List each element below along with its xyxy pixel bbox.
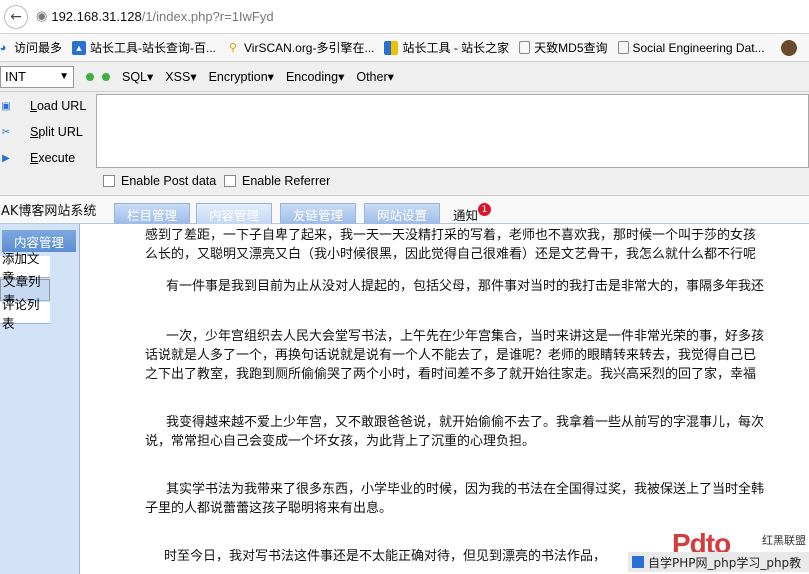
chevron-down-icon: ▼	[59, 71, 69, 82]
green-dot-icon[interactable]	[86, 72, 94, 81]
bookmark-label: 访问最多	[14, 41, 63, 55]
menu-sql[interactable]: SQL▾	[122, 69, 153, 84]
checkbox-box[interactable]	[224, 175, 236, 187]
tab-label: 网站设置	[376, 207, 427, 223]
key-icon: ⚲	[228, 42, 238, 54]
label-rest: xecute	[38, 151, 76, 165]
article-line: 说，常常担心自己会变成一个坏女孩，为此背上了沉重的心理负担。	[145, 434, 536, 449]
url-host: 192.168.31.128	[51, 9, 142, 24]
bookmark-label: 天致MD5查询	[534, 41, 608, 55]
sidebar-item-comment-list[interactable]: 评论列表	[0, 297, 50, 331]
green-plus-icon[interactable]	[102, 72, 110, 81]
bookmark-md5[interactable]: 天致MD5查询	[519, 39, 608, 56]
execute-button[interactable]: ▶ Execute	[0, 147, 75, 169]
article-line: 我变得越来越不爱上少年宫，又不敢跟爸爸说，就开始偷偷不去了。我拿着一些从前写的字…	[166, 415, 765, 430]
notice-link[interactable]: 通知	[453, 205, 478, 224]
doc-icon	[617, 41, 629, 54]
url-path: /1/index.php?r=1IwFyd	[141, 9, 274, 24]
article-line: 有一件事是我到目前为止从没对人提起的，包括父母，那件事对当时的我打击是非常大的，…	[166, 279, 765, 294]
menu-label: XSS	[165, 70, 191, 84]
article-line: 子里的人都说蕾蕾这孩子聪明将来有出息。	[145, 501, 393, 516]
article-line: 其实学书法为我带来了很多东西，小学毕业的时候，因为我的书法在全国得过奖，我被保送…	[166, 482, 765, 497]
article-line: 之下出了教室，我跑到厕所偷偷哭了两个小时，看时间差不多了就开始往家走。我兴高采烈…	[145, 367, 757, 382]
bookmark-label: VirSCAN.org-多引擎在...	[244, 41, 375, 55]
tab-label: 友链管理	[292, 207, 343, 223]
avatar-icon[interactable]	[780, 39, 797, 56]
execute-label: Execute	[30, 151, 75, 165]
execute-icon: ▶	[2, 152, 10, 164]
article-line: 感到了差距，一下子自卑了起来，我一天一天没精打采的写着，老师也不喜欢我，那时候一…	[145, 228, 757, 243]
load-url-button[interactable]: ▣ Load URL	[0, 95, 86, 117]
menu-encoding[interactable]: Encoding▾	[286, 69, 344, 84]
watermark: Pdto 红黑联盟 自学PHP网_php学习_php教	[628, 528, 809, 574]
bookmark-chinaz-query[interactable]: ▲ 站长工具-站长查询-百...	[72, 39, 216, 56]
globe-icon: ◉	[36, 9, 48, 24]
tab-site-settings[interactable]: 网站设置	[364, 203, 440, 224]
tab-column-management[interactable]: 栏目管理	[114, 203, 190, 224]
bookmark-chinaz-home[interactable]: 站长工具 - 站长之家	[384, 39, 509, 56]
label-rest: oad URL	[36, 99, 87, 113]
split-url-label: Split URL	[30, 125, 83, 139]
split-url-icon: ✂	[1, 126, 11, 138]
article-line: 话说就是人多了一个，再换句话说就是说有一个人不能去了，是谁呢？老师的眼睛转来转去…	[145, 348, 757, 363]
site-header: AK博客网站系统 栏目管理 内容管理 友链管理 网站设置 通知	[0, 196, 809, 224]
tab-label: 栏目管理	[126, 207, 177, 223]
enable-referrer-checkbox[interactable]: Enable Referrer	[224, 174, 330, 188]
bar-icon	[384, 40, 399, 55]
bookmark-label: 站长工具 - 站长之家	[402, 41, 510, 55]
article-line: 一次，少年宫组织去人民大会堂写书法，上午先在少年宫集合，当时来讲这是一件非常光荣…	[166, 329, 765, 344]
menu-encryption[interactable]: Encryption▾	[209, 69, 274, 84]
hackbar-toolbar: INT ▼ SQL▾ XSS▾ Encryption▾ Encoding▾ Ot…	[0, 62, 809, 92]
load-url-label: Load URL	[30, 99, 86, 113]
tab-content-management[interactable]: 内容管理	[196, 203, 272, 224]
tab-label: 内容管理	[208, 207, 259, 223]
load-url-icon: ▣	[1, 100, 11, 112]
select-value: INT	[5, 69, 26, 84]
label-rest: plit URL	[38, 125, 83, 139]
menu-label: SQL	[122, 70, 148, 84]
article-line: 么长的，又聪明又漂亮又白（我小时候很黑，因此觉得自己很难看）还是文艺骨干，我怎么…	[145, 247, 757, 262]
url-textarea[interactable]	[96, 94, 809, 168]
hackbar-panel: ▣ Load URL ✂ Split URL ▶ Execute Enable …	[0, 92, 809, 196]
sidebar: 内容管理 添加文章 文章列表 评论列表	[0, 224, 80, 574]
ie-icon: ◕	[0, 41, 7, 54]
menu-xss[interactable]: XSS▾	[165, 69, 196, 84]
enable-referrer-label: Enable Referrer	[242, 174, 331, 188]
blue-doc-icon: ▲	[72, 40, 87, 55]
article-content: 感到了差距，一下子自卑了起来，我一天一天没精打采的写着，老师也不喜欢我，那时候一…	[145, 224, 809, 574]
menu-label: Other	[356, 70, 388, 84]
accesskey: L	[30, 99, 37, 113]
bookmark-social-engineering[interactable]: Social Engineering Dat...	[617, 40, 765, 55]
watermark-tag: 红黑联盟	[762, 534, 806, 547]
bookmark-most-visited[interactable]: ◕ 访问最多	[0, 39, 62, 56]
split-url-button[interactable]: ✂ Split URL	[0, 121, 83, 143]
menu-other[interactable]: Other▾	[356, 69, 394, 84]
watermark-bar-text: 自学PHP网_php学习_php教	[648, 555, 802, 570]
enable-post-label: Enable Post data	[121, 174, 217, 188]
bookmark-label: 站长工具-站长查询-百...	[90, 41, 217, 55]
checkbox-box[interactable]	[103, 175, 115, 187]
bookmarks-bar: ◕ 访问最多 ▲ 站长工具-站长查询-百... ⚲ VirSCAN.org-多引…	[0, 34, 809, 62]
tab-link-management[interactable]: 友链管理	[280, 203, 356, 224]
doc-icon	[519, 41, 531, 54]
menu-label: Encryption	[208, 70, 268, 84]
address-bar[interactable]: ← ◉ 192.168.31.128/1/index.php?r=1IwFyd	[0, 0, 809, 34]
watermark-bar: 自学PHP网_php学习_php教	[628, 552, 809, 572]
bookmark-virscan[interactable]: ⚲ VirSCAN.org-多引擎在...	[226, 39, 375, 56]
site-title: AK博客网站系统	[1, 204, 97, 219]
menu-label: Encoding	[285, 70, 339, 84]
int-select[interactable]: INT ▼	[0, 65, 74, 88]
square-icon	[632, 556, 644, 568]
enable-post-checkbox[interactable]: Enable Post data	[103, 174, 216, 188]
url-text[interactable]: 192.168.31.128/1/index.php?r=1IwFyd	[51, 9, 273, 24]
bookmark-label: Social Engineering Dat...	[632, 40, 765, 55]
notice-badge: 1	[478, 203, 491, 216]
back-arrow-icon[interactable]: ←	[4, 4, 28, 29]
